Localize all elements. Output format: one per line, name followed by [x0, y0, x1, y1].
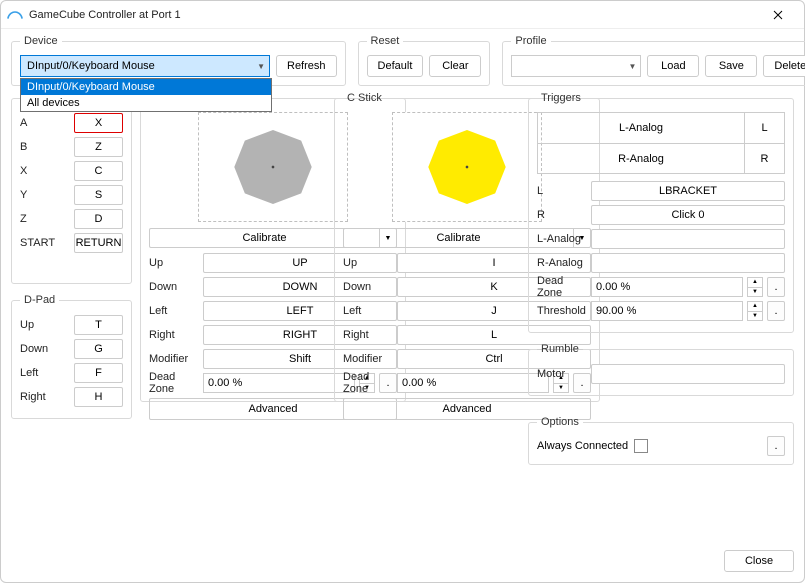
buttons-map-button[interactable]: Z: [74, 137, 123, 157]
dpad-map-button[interactable]: G: [74, 339, 123, 359]
control-stick-label: Left: [149, 305, 199, 317]
window-title: GameCube Controller at Port 1: [29, 9, 758, 21]
profile-combo[interactable]: ▼: [511, 55, 641, 77]
buttons-label: Z: [20, 213, 70, 225]
options-group: Options Always Connected .: [528, 416, 794, 465]
device-legend: Device: [20, 35, 62, 47]
dpad-label: Up: [20, 319, 70, 331]
dpad-map-button[interactable]: H: [74, 387, 123, 407]
chevron-down-icon: ▼: [257, 62, 265, 71]
c-stick-label: Left: [343, 305, 393, 317]
buttons-group: Buttons AXBZXCYSZDSTARTRETURN: [11, 92, 132, 284]
device-dropdown: DInput/0/Keyboard Mouse All devices: [20, 78, 272, 112]
spinner[interactable]: ▲▼: [747, 301, 763, 321]
options-legend: Options: [537, 416, 583, 428]
buttons-map-button[interactable]: C: [74, 161, 123, 181]
chevron-down-icon: ▼: [628, 62, 636, 71]
clear-button[interactable]: Clear: [429, 55, 481, 77]
c-stick-deadzone-input[interactable]: [397, 373, 549, 393]
trigger-threshold-label: Threshold: [537, 305, 587, 317]
c-stick-label: Down: [343, 281, 393, 293]
control-stick-deadzone-input[interactable]: [203, 373, 355, 393]
r-cell[interactable]: R: [744, 144, 784, 173]
triggers-map-button[interactable]: LBRACKET: [591, 181, 785, 201]
close-button[interactable]: Close: [724, 550, 794, 572]
device-option-0[interactable]: DInput/0/Keyboard Mouse: [21, 79, 271, 95]
dpad-map-button[interactable]: T: [74, 315, 123, 335]
triggers-map-button[interactable]: Click 0: [591, 205, 785, 225]
control-stick-visual: [198, 112, 348, 222]
dpad-label: Down: [20, 343, 70, 355]
dpad-group: D-Pad Up T Down G Left F Right H: [11, 294, 132, 419]
window-close-button[interactable]: [758, 1, 798, 28]
l-cell[interactable]: L: [744, 113, 784, 143]
triggers-label: L: [537, 185, 587, 197]
device-selected: DInput/0/Keyboard Mouse: [27, 60, 155, 72]
titlebar: GameCube Controller at Port 1: [1, 1, 804, 29]
c-stick-label: Modifier: [343, 353, 393, 365]
trigger-threshold-extra-button[interactable]: .: [767, 301, 785, 321]
triggers-label: L-Analog: [537, 233, 587, 245]
buttons-map-button[interactable]: RETURN: [74, 233, 123, 253]
buttons-map-button[interactable]: S: [74, 185, 123, 205]
trigger-threshold-input[interactable]: [591, 301, 743, 321]
triggers-map-button[interactable]: [591, 253, 785, 273]
default-button[interactable]: Default: [367, 55, 424, 77]
device-group: Device DInput/0/Keyboard Mouse ▼ DInput/…: [11, 35, 346, 86]
motor-label: Motor: [537, 368, 587, 380]
reset-legend: Reset: [367, 35, 404, 47]
dpad-label: Right: [20, 391, 70, 403]
triggers-label: R-Analog: [537, 257, 587, 269]
buttons-map-button[interactable]: X: [74, 113, 123, 133]
refresh-button[interactable]: Refresh: [276, 55, 337, 77]
dpad-map-button[interactable]: F: [74, 363, 123, 383]
r-analog-cell[interactable]: R-Analog: [538, 144, 744, 173]
buttons-map-button[interactable]: D: [74, 209, 123, 229]
c-stick-label: Right: [343, 329, 393, 341]
always-connected-label: Always Connected: [537, 440, 628, 452]
buttons-label: A: [20, 117, 70, 129]
trigger-grid: L-Analog L R-Analog R: [537, 112, 785, 174]
triggers-group: Triggers L-Analog L R-Analog R L LBRACKET…: [528, 92, 794, 333]
app-icon: [7, 7, 23, 23]
c-stick-visual: [392, 112, 542, 222]
buttons-label: Y: [20, 189, 70, 201]
buttons-label: START: [20, 237, 70, 249]
l-analog-cell[interactable]: L-Analog: [538, 113, 744, 143]
dead-zone-label: Dead Zone: [343, 371, 393, 395]
motor-input[interactable]: [591, 364, 785, 384]
profile-group: Profile ▼ Load Save Delete: [502, 35, 805, 86]
device-combo[interactable]: DInput/0/Keyboard Mouse ▼ DInput/0/Keybo…: [20, 55, 270, 77]
c-stick-label: Up: [343, 257, 393, 269]
save-button[interactable]: Save: [705, 55, 757, 77]
control-stick-label: Right: [149, 329, 199, 341]
window: GameCube Controller at Port 1 Device DIn…: [0, 0, 805, 583]
control-stick-label: Modifier: [149, 353, 199, 365]
always-connected-checkbox[interactable]: [634, 439, 648, 453]
trigger-deadzone-input[interactable]: [591, 277, 743, 297]
control-stick-label: Up: [149, 257, 199, 269]
rumble-group: Rumble Motor: [528, 343, 794, 396]
dpad-label: Left: [20, 367, 70, 379]
profile-legend: Profile: [511, 35, 550, 47]
load-button[interactable]: Load: [647, 55, 699, 77]
dead-zone-label: Dead Zone: [149, 371, 199, 395]
c-stick-legend: C Stick: [343, 92, 386, 104]
spinner[interactable]: ▲▼: [747, 277, 763, 297]
triggers-label: R: [537, 209, 587, 221]
dpad-legend: D-Pad: [20, 294, 59, 306]
buttons-label: B: [20, 141, 70, 153]
buttons-label: X: [20, 165, 70, 177]
triggers-legend: Triggers: [537, 92, 585, 104]
trigger-deadzone-label: Dead Zone: [537, 275, 587, 299]
reset-group: Reset Default Clear: [358, 35, 491, 86]
options-extra-button[interactable]: .: [767, 436, 785, 456]
rumble-legend: Rumble: [537, 343, 583, 355]
control-stick-label: Down: [149, 281, 199, 293]
triggers-map-button[interactable]: [591, 229, 785, 249]
delete-button[interactable]: Delete: [763, 55, 805, 77]
dialog-body: Device DInput/0/Keyboard Mouse ▼ DInput/…: [1, 29, 804, 582]
trigger-deadzone-extra-button[interactable]: .: [767, 277, 785, 297]
device-option-1[interactable]: All devices: [21, 95, 271, 111]
